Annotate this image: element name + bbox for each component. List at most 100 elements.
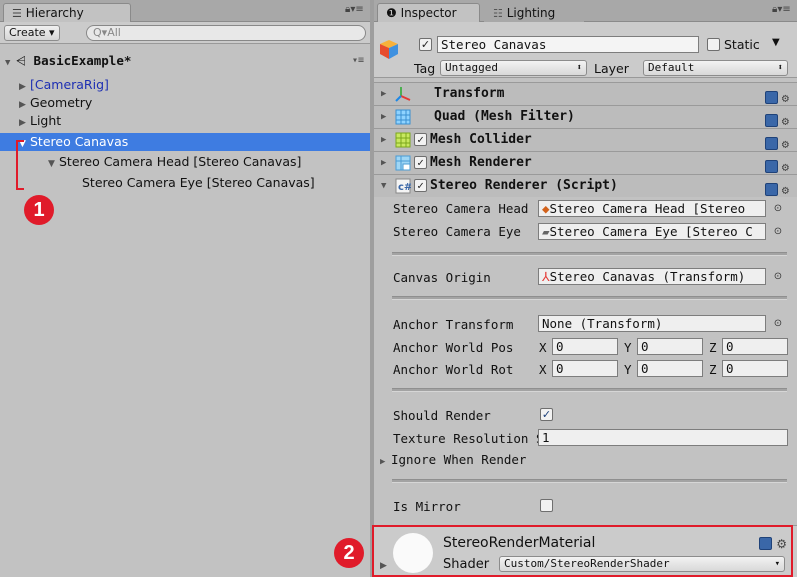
expand-triangle-icon[interactable]: ▶ bbox=[19, 114, 30, 132]
hierarchy-toolbar: Create ▾ Q▾All bbox=[0, 22, 370, 44]
tag-dropdown[interactable]: Untagged ⬍ bbox=[440, 60, 587, 76]
renderer-grid-icon bbox=[395, 155, 411, 171]
search-icon: Q▾ bbox=[93, 26, 108, 39]
static-label: Static bbox=[724, 37, 760, 52]
gameobject-cube-icon bbox=[378, 38, 400, 60]
object-picker-icon[interactable]: ⊙ bbox=[773, 319, 783, 329]
tab-lighting[interactable]: ☷ Lighting bbox=[484, 3, 584, 22]
component-mesh-renderer[interactable]: ▶ ✓ Mesh Renderer ⚙︎ bbox=[374, 151, 797, 174]
tab-hierarchy[interactable]: ☰ Hierarchy bbox=[3, 3, 131, 22]
ignore-when-render-foldout[interactable]: ▶ Ignore When Render bbox=[380, 452, 526, 467]
pos-y-label: Y bbox=[624, 340, 632, 355]
tree-item-stereo-canavas[interactable]: ▼ Stereo Canavas bbox=[0, 133, 370, 151]
expand-triangle-icon[interactable]: ▼ bbox=[381, 175, 392, 197]
rot-x-label: X bbox=[539, 362, 547, 377]
section-separator bbox=[392, 252, 787, 256]
help-book-icon bbox=[764, 137, 778, 150]
layer-label: Layer bbox=[594, 61, 629, 76]
annotation-badge-1: 1 bbox=[24, 195, 54, 225]
material-preview-sphere bbox=[393, 533, 433, 573]
layer-dropdown[interactable]: Default ⬍ bbox=[643, 60, 788, 76]
is-mirror-label: Is Mirror bbox=[393, 499, 461, 514]
mesh-grid-icon bbox=[395, 109, 411, 125]
tag-label: Tag bbox=[414, 61, 436, 76]
section-separator bbox=[392, 388, 787, 392]
component-mesh-collider[interactable]: ▶ ✓ Mesh Collider ⚙︎ bbox=[374, 128, 797, 151]
help-book-icon bbox=[764, 114, 778, 127]
lighting-icon: ☷ bbox=[493, 7, 503, 20]
annotation-badge-2: 2 bbox=[334, 538, 364, 568]
should-render-label: Should Render bbox=[393, 408, 491, 423]
texture-resolution-label: Texture Resolution S bbox=[393, 431, 538, 446]
material-name: StereoRenderMaterial bbox=[443, 535, 596, 551]
anchor-world-rot-label: Anchor World Rot bbox=[393, 362, 514, 377]
hierarchy-panel: ☰ Hierarchy 🔒︎▾≡ Create ▾ Q▾All ▼ ⩤ Basic… bbox=[0, 0, 370, 577]
tree-item-light[interactable]: ▶ Light bbox=[0, 112, 370, 130]
help-book-icon bbox=[764, 91, 778, 104]
lock-icon[interactable]: 🔒︎▾≡ bbox=[345, 4, 364, 15]
expand-triangle-icon[interactable]: ▶ bbox=[381, 106, 392, 128]
tree-item-stereo-camera-eye[interactable]: Stereo Camera Eye [Stereo Canavas] bbox=[0, 174, 370, 192]
anchor-world-pos-label: Anchor World Pos bbox=[393, 340, 514, 355]
expand-triangle-icon[interactable]: ▶ bbox=[381, 129, 392, 151]
component-transform[interactable]: ▶ Transform ⚙︎ bbox=[374, 82, 797, 105]
component-stereo-renderer[interactable]: ▼ c# ✓ Stereo Renderer (Script) ⚙︎ bbox=[374, 174, 797, 197]
rot-y-field[interactable]: 0 bbox=[637, 360, 703, 377]
gear-icon: ⚙︎ bbox=[781, 182, 789, 197]
static-checkbox[interactable] bbox=[707, 38, 720, 51]
tab-inspector[interactable]: ❶ Inspector bbox=[377, 3, 480, 22]
material-expand-triangle-icon[interactable]: ▶ bbox=[380, 561, 387, 571]
tree-item-stereo-camera-head[interactable]: ▼ Stereo Camera Head [Stereo Canavas] bbox=[0, 153, 370, 171]
stereo-camera-eye-field[interactable]: ▰Stereo Camera Eye [Stereo C bbox=[538, 223, 766, 240]
annotation-bracket bbox=[16, 140, 24, 190]
camera-icon: ◆ bbox=[542, 201, 550, 216]
tree-item-geometry[interactable]: ▶ Geometry bbox=[0, 94, 370, 112]
scene-row[interactable]: ▼ ⩤ BasicExample* ▾≡ bbox=[0, 52, 370, 70]
object-name-field[interactable]: Stereo Canavas bbox=[437, 36, 699, 53]
section-separator bbox=[392, 479, 787, 483]
should-render-checkbox[interactable]: ✓ bbox=[540, 408, 553, 421]
is-mirror-checkbox[interactable] bbox=[540, 499, 553, 512]
rot-x-field[interactable]: 0 bbox=[552, 360, 618, 377]
object-picker-icon[interactable]: ⊙ bbox=[773, 272, 783, 282]
pos-z-field[interactable]: 0 bbox=[722, 338, 788, 355]
rot-z-label: Z bbox=[709, 362, 717, 377]
scene-menu-icon[interactable]: ▾≡ bbox=[352, 52, 364, 70]
stereo-renderer-checkbox[interactable]: ✓ bbox=[414, 179, 427, 192]
component-icons[interactable]: ⚙︎ bbox=[764, 178, 789, 201]
tree-item-camerarig[interactable]: ▶ [CameraRig] bbox=[0, 76, 370, 94]
help-book-icon bbox=[759, 537, 773, 550]
expand-triangle-icon[interactable]: ▼ bbox=[5, 54, 16, 72]
expand-triangle-icon[interactable]: ▶ bbox=[381, 152, 392, 174]
anchor-transform-field[interactable]: None (Transform) bbox=[538, 315, 766, 332]
pos-x-field[interactable]: 0 bbox=[552, 338, 618, 355]
material-shader-label: Shader bbox=[443, 557, 490, 572]
material-icons[interactable]: ⚙︎ bbox=[759, 536, 787, 551]
section-separator bbox=[392, 296, 787, 300]
camera-icon: ▰ bbox=[542, 224, 550, 239]
texture-resolution-field[interactable]: 1 bbox=[538, 429, 788, 446]
stereo-camera-head-field[interactable]: ◆Stereo Camera Head [Stereo bbox=[538, 200, 766, 217]
active-checkbox[interactable]: ✓ bbox=[419, 38, 432, 51]
create-button[interactable]: Create ▾ bbox=[4, 25, 60, 41]
pos-y-field[interactable]: 0 bbox=[637, 338, 703, 355]
canvas-origin-field[interactable]: ⅄Stereo Canavas (Transform) bbox=[538, 268, 766, 285]
hierarchy-search-input[interactable]: Q▾All bbox=[86, 25, 366, 41]
static-dropdown-icon[interactable]: ▼ bbox=[772, 37, 780, 48]
object-picker-icon[interactable]: ⊙ bbox=[773, 204, 783, 214]
inspector-lock-icon[interactable]: 🔒︎▾≡ bbox=[772, 4, 791, 15]
rot-z-field[interactable]: 0 bbox=[722, 360, 788, 377]
anchor-transform-label: Anchor Transform bbox=[393, 317, 514, 332]
expand-triangle-icon[interactable]: ▶ bbox=[381, 83, 392, 105]
help-book-icon bbox=[764, 183, 778, 196]
mesh-collider-checkbox[interactable]: ✓ bbox=[414, 133, 427, 146]
expand-triangle-icon[interactable]: ▼ bbox=[48, 155, 59, 173]
shader-dropdown[interactable]: Custom/StereoRenderShader ▾ bbox=[499, 556, 785, 572]
pos-z-label: Z bbox=[709, 340, 717, 355]
collider-grid-icon bbox=[395, 132, 411, 148]
object-picker-icon[interactable]: ⊙ bbox=[773, 227, 783, 237]
expand-triangle-icon[interactable]: ▶ bbox=[380, 457, 391, 467]
component-mesh-filter[interactable]: ▶ Quad (Mesh Filter) ⚙︎ bbox=[374, 105, 797, 128]
transform-axes-icon bbox=[395, 87, 411, 102]
mesh-renderer-checkbox[interactable]: ✓ bbox=[414, 156, 427, 169]
